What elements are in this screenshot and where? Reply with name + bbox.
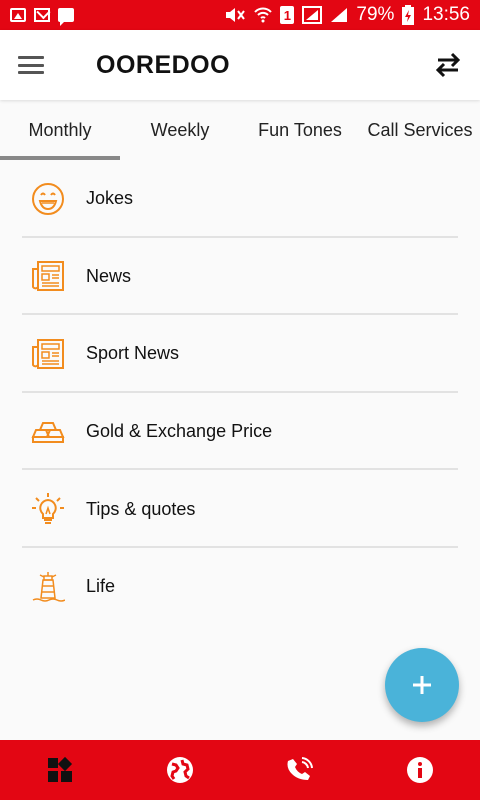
tab-weekly[interactable]: Weekly [120,100,240,160]
list-item-label: Life [86,576,116,597]
bottom-nav-dashboard[interactable] [30,740,90,800]
signal-bars-icon [331,8,348,22]
add-fab-button[interactable] [385,648,459,722]
list-item-label: Jokes [86,188,134,209]
image-notification-icon [10,8,26,22]
list-item-tips-quotes[interactable]: Tips & quotes [0,470,480,548]
list-item-label: Gold & Exchange Price [86,421,273,442]
app-title: OOREDOO [96,50,231,79]
service-list: Jokes News Sport News Gold & Exchange Pr… [0,160,480,626]
list-item-label: News [86,265,132,286]
lightbulb-icon [30,491,66,527]
mute-icon [226,8,246,22]
app-bar: OOREDOO [0,30,480,100]
wifi-icon [254,7,273,23]
list-item-news[interactable]: News [0,238,480,316]
hamburger-menu-icon[interactable] [18,56,44,74]
system-icons: 1 79% 13:56 [224,4,470,26]
bottom-nav-info[interactable] [390,740,450,800]
list-item-life[interactable]: Life [0,548,480,626]
plus-icon [413,676,431,694]
newspaper-icon [30,258,66,294]
list-item-sport-news[interactable]: Sport News [0,315,480,393]
info-icon [407,757,433,783]
phone-call-icon [287,757,313,780]
tab-monthly[interactable]: Monthly [0,100,120,160]
battery-charging-icon [402,5,415,25]
swap-arrows-icon[interactable] [434,52,462,78]
newspaper-icon [30,336,66,372]
notification-icons [10,8,74,26]
sim-badge: 1 [280,6,295,24]
list-item-jokes[interactable]: Jokes [0,160,480,238]
tab-bar: Monthly Weekly Fun Tones Call Services [0,100,480,160]
smiley-icon [30,181,66,217]
message-notification-icon [58,8,74,26]
clock: 13:56 [422,4,470,25]
gold-bars-icon [30,414,66,450]
tab-call-services[interactable]: Call Services [360,100,480,160]
globe-icon [167,757,193,783]
bottom-nav [0,740,480,800]
lighthouse-icon [30,569,66,605]
mail-notification-icon [34,8,50,22]
bottom-nav-web[interactable] [150,740,210,800]
bottom-nav-calls[interactable] [270,740,330,800]
list-item-label: Tips & quotes [86,498,196,519]
signal-icon [302,6,323,24]
battery-percent: 79% [356,4,395,25]
status-bar: 1 79% 13:56 [0,0,480,30]
tab-fun-tones[interactable]: Fun Tones [240,100,360,160]
dashboard-icon [48,756,73,782]
list-item-label: Sport News [86,343,180,364]
list-item-gold-exchange[interactable]: Gold & Exchange Price [0,393,480,471]
